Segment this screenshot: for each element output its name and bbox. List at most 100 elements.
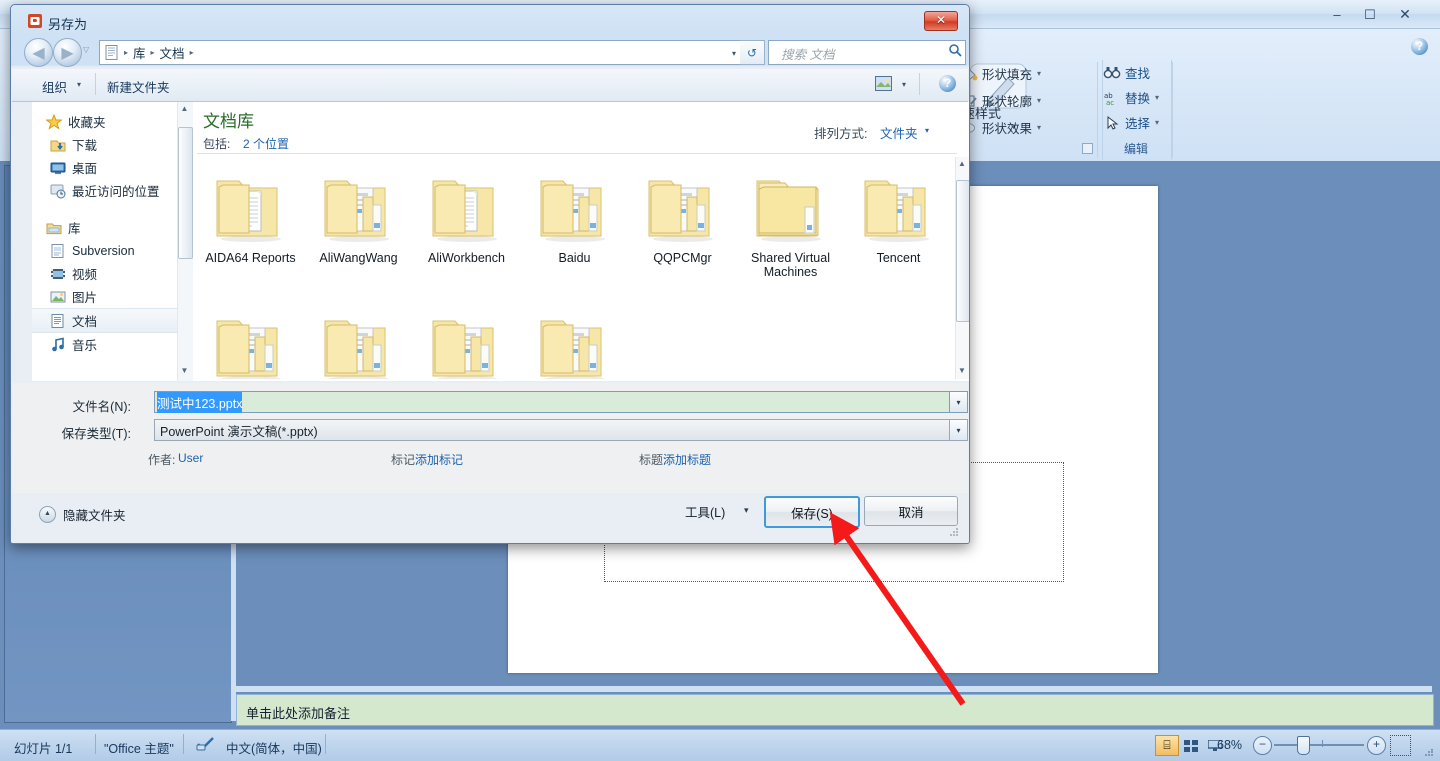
help-icon[interactable]: ?: [1411, 38, 1428, 55]
nav-label: 视频: [72, 268, 98, 282]
tags-value[interactable]: 添加标记: [415, 451, 463, 468]
chevron-down-icon[interactable]: ▾: [1155, 118, 1159, 127]
chevron-down-icon[interactable]: ▾: [1037, 69, 1041, 78]
chevron-down-icon[interactable]: ▾: [902, 80, 906, 89]
folder-item[interactable]: AIDA64 Reports: [197, 163, 304, 265]
shape-styles-dialog-launcher[interactable]: [1082, 143, 1093, 154]
sidebar-item-recent-places[interactable]: 最近访问的位置: [32, 179, 192, 202]
folder-item[interactable]: [521, 303, 628, 379]
sidebar-item-downloads[interactable]: 下载: [32, 133, 192, 156]
fit-slide-icon[interactable]: [1390, 735, 1411, 756]
save-button[interactable]: 保存(S): [764, 496, 860, 528]
shape-effects-item[interactable]: 形状效果 ▾: [960, 114, 1093, 141]
nav-label: 收藏夹: [68, 116, 106, 130]
select-item[interactable]: 选择 ▾: [1103, 110, 1171, 135]
nav-group-libraries[interactable]: 库: [32, 216, 192, 239]
spellcheck-icon[interactable]: [196, 735, 216, 753]
filetype-select[interactable]: PowerPoint 演示文稿(*.pptx): [154, 419, 968, 441]
filetype-dropdown-button[interactable]: ▾: [949, 419, 968, 441]
arrange-by-value[interactable]: 文件夹: [880, 123, 918, 142]
view-layout-icon[interactable]: [875, 76, 892, 91]
title-value[interactable]: 添加标题: [663, 451, 711, 468]
sidebar-item-documents[interactable]: 文档: [32, 308, 192, 333]
forward-button[interactable]: ▶: [53, 38, 82, 67]
slide-sorter-view-button[interactable]: [1179, 735, 1203, 756]
help-icon[interactable]: ?: [939, 75, 956, 92]
sidebar-item-desktop[interactable]: 桌面: [32, 156, 192, 179]
maximize-button[interactable]: ☐: [1355, 5, 1385, 24]
new-folder-button[interactable]: 新建文件夹: [107, 77, 170, 96]
search-icon[interactable]: [949, 44, 962, 57]
folder-item[interactable]: Tencent: [845, 163, 952, 265]
status-separator: [325, 734, 326, 754]
save-as-dialog[interactable]: 另存为 ✕ ◀ ▶ ▽ ▸ 库 ▸ 文档 ▸ ▾ ↺ 搜索 文档 组织 ▾ 新建…: [10, 4, 970, 544]
sidebar-item-pictures[interactable]: 图片: [32, 285, 192, 308]
folder-item[interactable]: AliWorkbench: [413, 163, 520, 265]
chevron-down-icon[interactable]: ▾: [1155, 93, 1159, 102]
folder-item[interactable]: [305, 303, 412, 379]
breadcrumb-documents[interactable]: 文档: [157, 43, 188, 62]
address-bar[interactable]: ▸ 库 ▸ 文档 ▸ ▾: [99, 40, 741, 65]
folder-item[interactable]: Shared Virtual Machines: [737, 163, 844, 279]
folder-item[interactable]: [197, 303, 304, 379]
normal-view-button[interactable]: ⌸: [1155, 735, 1179, 756]
sidebar-item-music[interactable]: 音乐: [32, 333, 192, 356]
navpane-scroll-thumb[interactable]: [178, 127, 193, 259]
file-list-scroll-up[interactable]: ▲: [956, 159, 968, 168]
minimize-button[interactable]: –: [1322, 5, 1352, 24]
shape-fill-item[interactable]: 形状填充 ▾: [960, 60, 1093, 87]
author-value[interactable]: User: [178, 451, 203, 465]
language-indicator[interactable]: 中文(简体，中国): [226, 738, 322, 757]
breadcrumb-separator[interactable]: ▸: [149, 48, 157, 57]
refresh-button[interactable]: ↺: [740, 40, 765, 65]
chevron-down-icon[interactable]: ▾: [1037, 123, 1041, 132]
chevron-down-icon[interactable]: ▾: [1037, 96, 1041, 105]
zoom-slider-track[interactable]: [1274, 744, 1364, 746]
dialog-resize-grip[interactable]: [949, 526, 959, 536]
close-button[interactable]: ✕: [1390, 5, 1420, 24]
breadcrumb-separator[interactable]: ▸: [122, 48, 130, 57]
recent-locations-caret-icon[interactable]: ▽: [83, 45, 89, 54]
find-item[interactable]: 查找: [1103, 60, 1171, 85]
resize-grip[interactable]: [1424, 746, 1434, 756]
breadcrumb-separator[interactable]: ▸: [188, 48, 196, 57]
sidebar-item-subversion[interactable]: Subversion: [32, 239, 192, 262]
zoom-level[interactable]: 68%: [1217, 738, 1242, 752]
navigation-pane[interactable]: 收藏夹 下载 桌面 最近访问的位置 库 Subversion 视频 图片 文档 …: [32, 102, 193, 381]
hide-folders-button[interactable]: ▲ 隐藏文件夹: [39, 505, 126, 524]
file-list-scroll-thumb[interactable]: [956, 180, 969, 322]
folder-item[interactable]: [413, 303, 520, 379]
zoom-in-button[interactable]: +: [1367, 736, 1386, 755]
zoom-slider-thumb[interactable]: [1297, 736, 1310, 755]
navpane-scroll-up[interactable]: ▲: [178, 104, 191, 117]
filename-input[interactable]: 测试中123.pptx: [154, 391, 968, 413]
folder-grid[interactable]: AIDA64 Reports AliWangWang AliWorkbench Bai…: [197, 157, 957, 379]
shape-outline-item[interactable]: 形状轮廓 ▾: [960, 87, 1093, 114]
replace-item[interactable]: ab ac 替换 ▾: [1103, 85, 1171, 110]
theme-name[interactable]: "Office 主题": [104, 738, 174, 757]
nav-label: 下载: [72, 139, 98, 153]
dialog-close-button[interactable]: ✕: [924, 11, 958, 31]
tools-button[interactable]: 工具(L): [685, 502, 725, 521]
folder-item[interactable]: Baidu: [521, 163, 628, 265]
filename-dropdown-button[interactable]: ▾: [949, 391, 968, 413]
nav-group-favorites[interactable]: 收藏夹: [32, 110, 192, 133]
back-button[interactable]: ◀: [24, 38, 53, 67]
chevron-down-icon[interactable]: ▾: [77, 80, 81, 89]
folder-item[interactable]: AliWangWang: [305, 163, 412, 265]
organize-button[interactable]: 组织: [42, 77, 67, 96]
notes-pane[interactable]: [236, 694, 1434, 726]
svg-text:ac: ac: [1106, 99, 1114, 106]
dialog-titlebar[interactable]: [11, 5, 969, 33]
address-dropdown-icon[interactable]: ▾: [732, 49, 736, 58]
file-list-scroll-down[interactable]: ▼: [956, 366, 968, 375]
folder-item[interactable]: QQPCMgr: [629, 163, 736, 265]
chevron-down-icon[interactable]: ▾: [744, 505, 749, 516]
breadcrumb-library[interactable]: 库: [130, 43, 149, 62]
chevron-down-icon[interactable]: ▾: [925, 126, 929, 135]
library-includes-link[interactable]: 2 个位置: [243, 135, 289, 152]
navpane-scroll-down[interactable]: ▼: [178, 366, 191, 379]
sidebar-item-videos[interactable]: 视频: [32, 262, 192, 285]
cancel-button[interactable]: 取消: [864, 496, 958, 526]
zoom-out-button[interactable]: −: [1253, 736, 1272, 755]
